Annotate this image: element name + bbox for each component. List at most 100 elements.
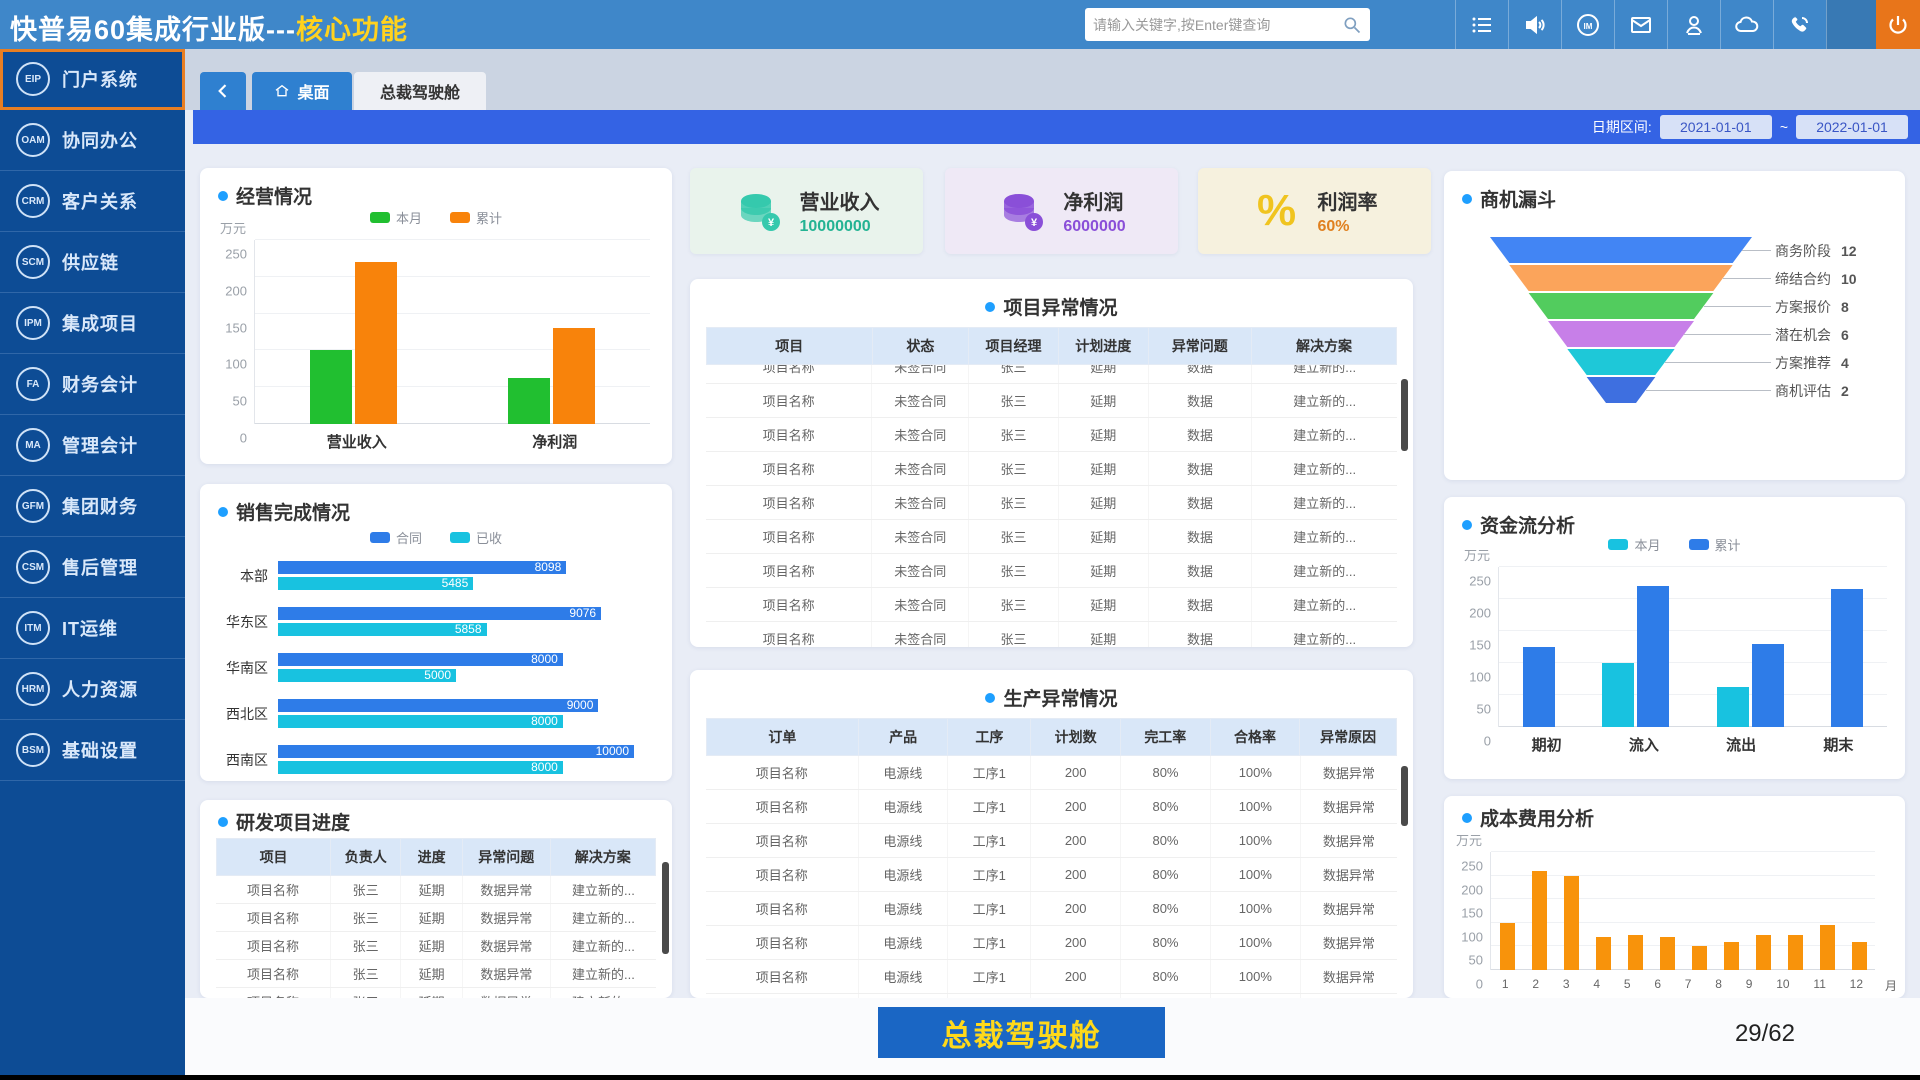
legend-label: 已收: [476, 528, 502, 547]
table-header-row: 项目状态项目经理计划进度异常问题解决方案: [707, 328, 1397, 365]
date-start-input[interactable]: [1660, 115, 1772, 139]
user-icon[interactable]: [1667, 0, 1720, 49]
table-cell: 未签合同: [872, 486, 969, 520]
table-row[interactable]: 项目名称电源线工序120080%100%数据异常: [706, 926, 1397, 960]
bar-成本费用-7: [1692, 946, 1707, 970]
table-cell: 100%: [1210, 926, 1300, 960]
table-row[interactable]: 项目名称未签合同张三延期数据建立新的...: [706, 486, 1397, 520]
x-tick-label: 期末: [1823, 734, 1853, 755]
sidebar-item-scm[interactable]: SCM供应链: [0, 232, 185, 293]
column-header: 工序: [948, 719, 1031, 756]
table-cell: 数据: [1148, 384, 1252, 418]
sidebar-item-eip[interactable]: EIP门户系统: [0, 49, 185, 110]
sidebar-item-ipm[interactable]: IPM集成项目: [0, 293, 185, 354]
funnel-stage-label: 商务阶段12: [1775, 241, 1857, 261]
speaker-icon[interactable]: [1508, 0, 1561, 49]
table-header: 项目负责人进度异常问题解决方案: [216, 838, 656, 876]
tab-ceo-dashboard-label: 总裁驾驶舱: [380, 79, 460, 103]
table-cell: 未签合同: [872, 384, 969, 418]
table-cell: 电源线: [858, 790, 948, 824]
sidebar-item-itm[interactable]: ITMIT运维: [0, 598, 185, 659]
cloud-icon[interactable]: [1720, 0, 1773, 49]
table-row[interactable]: 项目名称张三延期数据异常建立新的...: [216, 904, 656, 932]
table-row[interactable]: 项目名称未签合同张三延期数据建立新的...: [706, 452, 1397, 486]
table-cell: 建立新的...: [1252, 588, 1397, 622]
bar-本月-营业收入: [310, 350, 352, 424]
bar-group-6: [1660, 852, 1675, 970]
table-cell: 张三: [969, 486, 1059, 520]
date-end-input[interactable]: [1796, 115, 1908, 139]
sidebar-item-csm[interactable]: CSM售后管理: [0, 537, 185, 598]
table-cell: 数据: [1148, 365, 1252, 384]
sidebar-item-fa[interactable]: FA财务会计: [0, 354, 185, 415]
scrollbar-thumb[interactable]: [1401, 379, 1408, 451]
table-row[interactable]: 项目名称张三延期数据异常建立新的...: [216, 932, 656, 960]
scrollbar-thumb[interactable]: [662, 862, 669, 954]
hbar-value-label: 9000: [567, 699, 594, 712]
table-cell: 项目名称: [706, 892, 858, 926]
svg-text:¥: ¥: [1031, 217, 1038, 229]
module-badge-icon: SCM: [16, 245, 50, 279]
power-icon[interactable]: [1876, 0, 1920, 49]
ceo-dashboard-button[interactable]: 总裁驾驶舱: [878, 1007, 1165, 1058]
table-cell: 项目名称: [216, 932, 330, 960]
table-row[interactable]: 项目名称未签合同张三延期数据建立新的...: [706, 622, 1397, 648]
table-row[interactable]: 项目名称未签合同张三延期数据建立新的...: [706, 554, 1397, 588]
sidebar-item-oam[interactable]: OAM协同办公: [0, 110, 185, 171]
table-row[interactable]: 项目名称电源线工序120080%100%数据异常: [706, 790, 1397, 824]
hbar-合同-华东区: 9076: [278, 607, 601, 620]
funnel-connector: [1646, 390, 1771, 391]
table-cell: 未签合同: [872, 365, 969, 384]
table-row[interactable]: 项目名称电源线工序120080%100%数据异常: [706, 756, 1397, 790]
table-body: 项目名称电源线工序120080%100%数据异常项目名称电源线工序120080%…: [706, 756, 1397, 998]
table-row[interactable]: 项目名称电源线工序120080%100%数据异常: [706, 892, 1397, 926]
mail-icon[interactable]: [1614, 0, 1667, 49]
tab-desktop[interactable]: 桌面: [252, 72, 352, 110]
table-cell: 100%: [1210, 824, 1300, 858]
table-cell: 项目名称: [706, 384, 872, 418]
table-cell: 电源线: [858, 756, 948, 790]
search-icon[interactable]: [1342, 15, 1362, 35]
table-cell: 数据: [1148, 486, 1252, 520]
scrollbar-thumb[interactable]: [1401, 766, 1408, 826]
search-input[interactable]: [1093, 17, 1342, 33]
table-row[interactable]: 项目名称电源线工序120080%100%数据异常: [706, 858, 1397, 892]
sidebar-item-bsm[interactable]: BSM基础设置: [0, 720, 185, 781]
table-row[interactable]: 项目名称电源线工序120080%100%数据异常: [706, 960, 1397, 994]
table-row[interactable]: 项目名称张三延期数据异常建立新的...: [216, 876, 656, 904]
table-row[interactable]: 项目名称未签合同张三延期数据建立新的...: [706, 384, 1397, 418]
phone-icon[interactable]: [1773, 0, 1826, 49]
sidebar-item-ma[interactable]: MA管理会计: [0, 415, 185, 476]
table-cell: 张三: [969, 452, 1059, 486]
tab-ceo-dashboard[interactable]: 总裁驾驶舱: [354, 72, 486, 110]
svg-text:¥: ¥: [767, 217, 774, 229]
table-cell: 张三: [330, 988, 400, 999]
funnel-stage-name: 商机评估: [1775, 383, 1831, 399]
table-row[interactable]: 项目名称张三延期数据异常建立新的...: [216, 988, 656, 999]
list-icon[interactable]: [1455, 0, 1508, 49]
panel-title: 研发项目进度: [218, 808, 350, 835]
back-button[interactable]: [200, 72, 246, 110]
sidebar-item-crm[interactable]: CRM客户关系: [0, 171, 185, 232]
bar-group-流出: [1717, 567, 1784, 727]
x-tick-label: 6: [1654, 977, 1661, 991]
table-cell: 项目名称: [706, 588, 872, 622]
x-axis-unit: 月: [1885, 977, 1897, 994]
table-row[interactable]: 项目名称未签合同张三延期数据建立新的...: [706, 365, 1397, 384]
table-row[interactable]: 项目名称未签合同张三延期数据建立新的...: [706, 418, 1397, 452]
im-icon[interactable]: IM: [1561, 0, 1614, 49]
table-row[interactable]: 项目名称电源线工序120080%100%数据异常: [706, 824, 1397, 858]
table-row[interactable]: 项目名称未签合同张三延期数据建立新的...: [706, 588, 1397, 622]
hbar-rows: 本部80985485华东区90765858华南区80005000西北区90008…: [214, 558, 658, 781]
sidebar-item-hrm[interactable]: HRM人力资源: [0, 659, 185, 720]
kpi-text: 利润率60%: [1318, 186, 1378, 236]
table-row[interactable]: 项目名称张三延期数据异常建立新的...: [216, 960, 656, 988]
sidebar-item-gfm[interactable]: GFM集团财务: [0, 476, 185, 537]
bar-group-4: [1596, 852, 1611, 970]
title-dot-icon: [218, 507, 228, 517]
table-row[interactable]: 项目名称未签合同张三延期数据建立新的...: [706, 520, 1397, 554]
title-dot-icon: [985, 693, 995, 703]
table-cell: 数据异常: [462, 876, 550, 904]
x-tick-label: 5: [1624, 977, 1631, 991]
funnel-stage-label: 方案报价8: [1775, 297, 1849, 317]
